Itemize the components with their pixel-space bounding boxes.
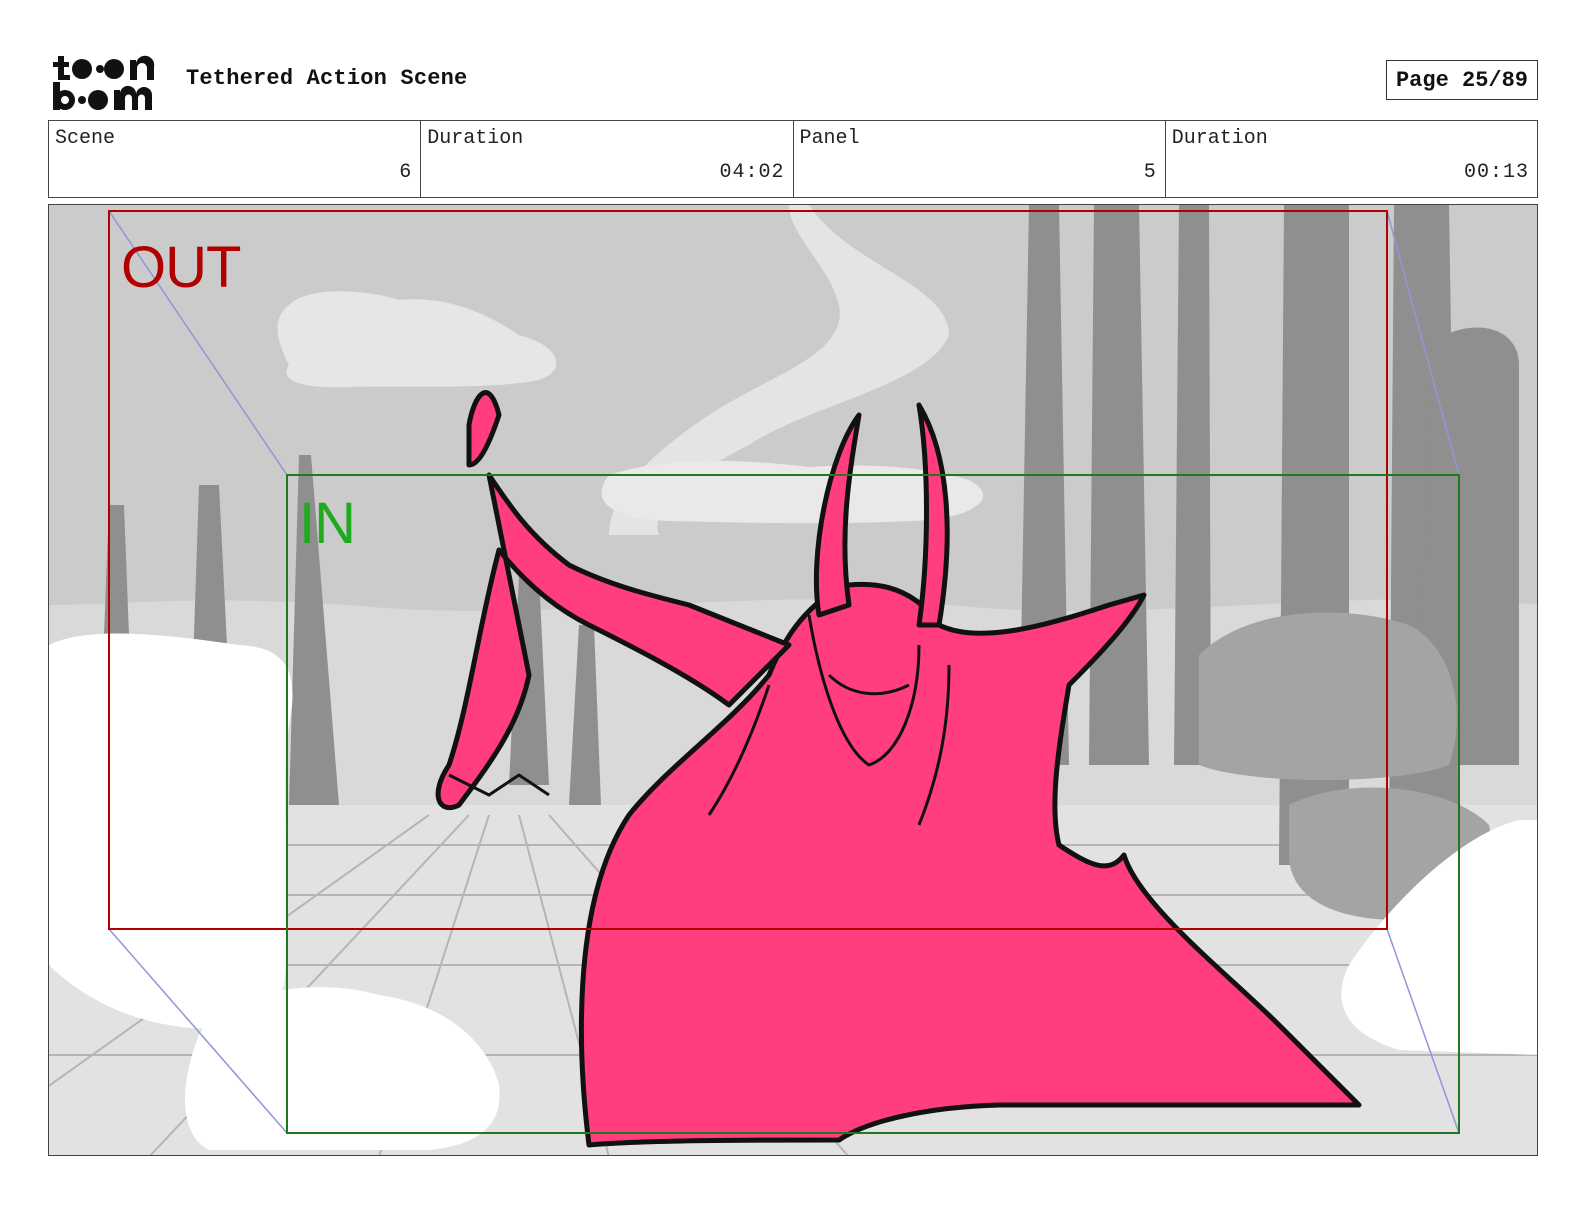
scene-duration-label: Duration [427, 127, 524, 150]
scene-duration-value: 04:02 [719, 161, 785, 184]
panel-duration-cell: Duration 00:13 [1166, 121, 1537, 197]
toonboom-logo [52, 52, 164, 112]
out-frame-label: OUT [121, 235, 241, 300]
scene-info-table: Scene 6 Duration 04:02 Panel 5 Duration … [48, 120, 1538, 198]
panel-artwork [49, 205, 1537, 1155]
storyboard-panel: OUT IN [48, 204, 1538, 1156]
panel-value: 5 [1143, 161, 1157, 184]
scene-value: 6 [399, 161, 413, 184]
document-title: Tethered Action Scene [186, 66, 468, 91]
panel-label: Panel [799, 127, 860, 150]
scene-label: Scene [55, 127, 116, 150]
panel-cell: Panel 5 [794, 121, 1166, 197]
in-frame-label: IN [299, 491, 356, 556]
scene-duration-cell: Duration 04:02 [421, 121, 794, 197]
page-indicator: Page 25/89 [1386, 60, 1538, 100]
panel-duration-label: Duration [1171, 127, 1268, 150]
scene-cell: Scene 6 [49, 121, 422, 197]
panel-duration-value: 00:13 [1463, 161, 1529, 184]
